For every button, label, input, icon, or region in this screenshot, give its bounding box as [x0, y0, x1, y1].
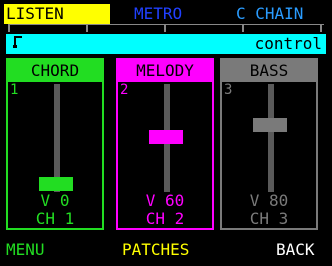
channel-panel-chord[interactable]: CHORD 1 V 0 CH 1 — [6, 58, 104, 230]
volume-slider-handle[interactable] — [149, 130, 183, 144]
panel-title: BASS — [222, 60, 316, 82]
panel-title: MELODY — [118, 60, 212, 82]
volume-slider-track[interactable] — [54, 84, 60, 192]
note-icon — [12, 35, 24, 54]
panel-title: CHORD — [8, 60, 102, 82]
patches-button[interactable]: PATCHES — [122, 240, 189, 260]
tab-tick-divider — [8, 24, 324, 32]
volume-slider-handle[interactable] — [39, 177, 73, 191]
channel-value: CH 3 — [249, 209, 289, 228]
channel-value: CH 1 — [35, 209, 75, 228]
velocity-value: V 60 — [145, 191, 185, 210]
menu-button[interactable]: MENU — [6, 240, 45, 260]
volume-slider-track[interactable] — [268, 84, 274, 192]
velocity-value: V 0 — [40, 191, 70, 210]
top-tab-bar: LISTEN METRO C CHAIN — [0, 0, 332, 32]
tab-listen[interactable]: LISTEN — [4, 4, 110, 24]
tab-metro[interactable]: METRO — [134, 4, 182, 24]
control-label: control — [254, 34, 322, 53]
panel-number: 1 — [10, 82, 19, 98]
velocity-value: V 80 — [249, 191, 289, 210]
control-bar[interactable]: control — [6, 34, 326, 54]
channel-panel-melody[interactable]: MELODY 2 V 60 CH 2 — [116, 58, 214, 230]
channel-panel-bass[interactable]: BASS 3 V 80 CH 3 — [220, 58, 318, 230]
channel-value: CH 2 — [145, 209, 185, 228]
panel-number: 3 — [224, 82, 233, 98]
tab-c-chain[interactable]: C CHAIN — [236, 4, 303, 24]
back-button[interactable]: BACK — [276, 240, 315, 260]
panel-number: 2 — [120, 82, 129, 98]
volume-slider-handle[interactable] — [253, 118, 287, 132]
